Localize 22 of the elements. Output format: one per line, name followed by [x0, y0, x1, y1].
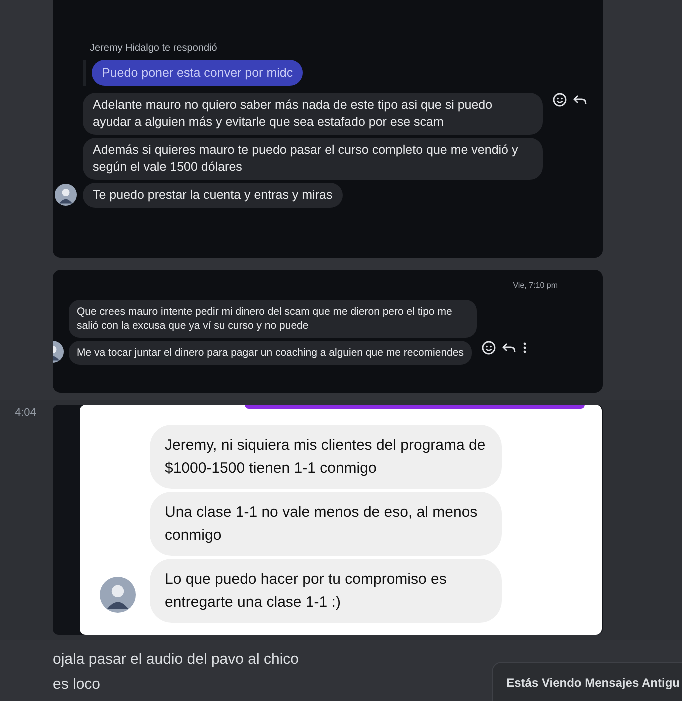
reply-icon[interactable]	[502, 341, 516, 355]
avatar-icon[interactable]	[55, 184, 77, 206]
quoted-message: Puedo poner esta conver por midc	[92, 60, 304, 86]
message-bubble: Además si quieres mauro te puedo pasar el curso completo que me vendió y según el vale 1500 dólares	[83, 138, 543, 180]
message-bubble: Te puedo prestar la cuenta y entras y miras	[83, 183, 343, 208]
message-text: es loco	[53, 675, 102, 695]
old-messages-banner[interactable]: Estás Viendo Mensajes Antigu	[492, 662, 682, 701]
message-bubble: Me va tocar juntar el dinero para pagar un coaching a alguien que me recomiendes	[69, 341, 472, 365]
emoji-icon[interactable]	[553, 93, 567, 107]
reply-label: Jeremy Hidalgo te respondió	[90, 43, 218, 54]
message-bubble: Una clase 1-1 no vale menos de eso, al menos conmigo	[150, 492, 502, 556]
chat-time: Vie, 7:10 pm	[513, 281, 558, 290]
message-bubble: Adelante mauro no quiero saber más nada de este tipo asi que si puedo ayudar a alguien más y evitarle que sea estafado por ese scam	[83, 93, 543, 135]
avatar-icon[interactable]	[100, 577, 136, 613]
emoji-icon[interactable]	[482, 341, 496, 355]
message-text: ojala pasar el audio del pavo al chico	[53, 650, 299, 670]
reply-icon[interactable]	[573, 93, 587, 107]
message-bubble: Que crees mauro intente pedir mi dinero del scam que me dieron pero el tipo me salió con la excusa que ya ví su curso y no puede	[69, 300, 477, 338]
more-icon[interactable]	[522, 341, 528, 355]
message-bubble: Lo que puedo hacer por tu compromiso es entregarte una clase 1-1 :)	[150, 559, 502, 623]
message-bubble: Jeremy, ni siquiera mis clientes del programa de $1000-1500 tienen 1-1 conmigo	[150, 425, 502, 489]
message-timestamp: 4:04	[15, 407, 38, 419]
